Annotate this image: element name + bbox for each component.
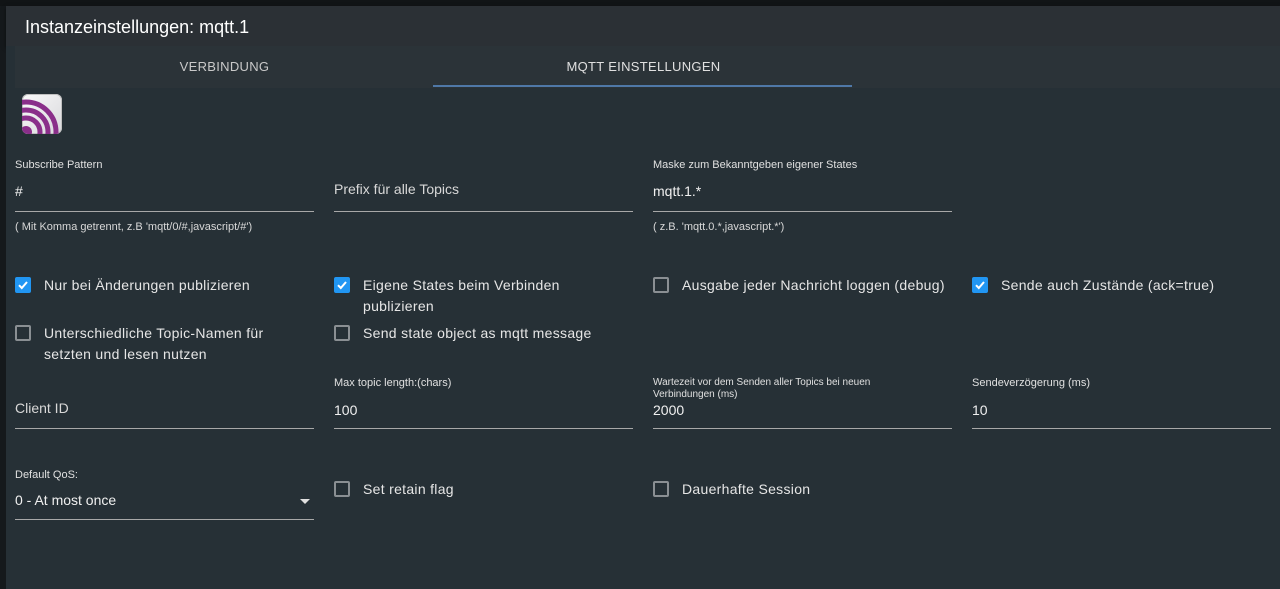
client-id-field: Client ID	[15, 376, 314, 436]
prefix-field: Prefix für alle Topics	[334, 158, 633, 218]
checkbox-checked-icon[interactable]	[334, 277, 350, 293]
settings-panel: VERBINDUNG MQTT EINSTELLUNGEN Subscribe …	[6, 46, 1280, 589]
different-topics-checkbox[interactable]: Unterschiedliche Topic-Namen für setzten…	[15, 325, 285, 365]
dialog-title: Instanzeinstellungen: mqtt.1	[25, 17, 250, 37]
wait-time-underline	[653, 428, 952, 429]
active-tab-indicator	[433, 85, 852, 87]
publish-own-states-label: Eigene States beim Verbinden publizieren	[363, 277, 560, 314]
retain-label: Set retain flag	[363, 481, 454, 497]
different-topics-label: Unterschiedliche Topic-Namen für setzten…	[44, 325, 264, 362]
subscribe-pattern-field: Subscribe Pattern # ( Mit Komma getrennt…	[15, 158, 314, 238]
client-id-underline	[15, 428, 314, 429]
max-topic-length-underline	[334, 428, 633, 429]
max-topic-length-input[interactable]: 100	[334, 402, 357, 418]
mask-label: Maske zum Bekanntgeben eigener States	[653, 159, 858, 171]
wait-time-field: Wartezeit vor dem Senden aller Topics be…	[653, 376, 952, 436]
send-delay-underline	[972, 428, 1271, 429]
max-topic-length-field: Max topic length:(chars) 100	[334, 376, 633, 436]
tab-bar: VERBINDUNG MQTT EINSTELLUNGEN	[15, 46, 1280, 88]
default-qos-label: Default QoS:	[15, 469, 78, 481]
persistent-session-checkbox[interactable]: Dauerhafte Session	[653, 481, 873, 500]
retain-checkbox[interactable]: Set retain flag	[334, 481, 534, 500]
tab-mqtt-einstellungen[interactable]: MQTT EINSTELLUNGEN	[434, 46, 853, 88]
mask-field: Maske zum Bekanntgeben eigener States mq…	[653, 158, 952, 238]
subscribe-pattern-underline	[15, 211, 314, 212]
send-delay-label: Sendeverzögerung (ms)	[972, 377, 1091, 389]
default-qos-underline	[15, 519, 314, 520]
checkbox-checked-icon[interactable]	[972, 277, 988, 293]
mask-input[interactable]: mqtt.1.*	[653, 183, 701, 199]
subscribe-pattern-label: Subscribe Pattern	[15, 159, 103, 171]
checkbox-checked-icon[interactable]	[15, 277, 31, 293]
state-object-checkbox[interactable]: Send state object as mqtt message	[334, 325, 634, 344]
subscribe-pattern-input[interactable]: #	[15, 183, 23, 199]
wait-time-input[interactable]: 2000	[653, 402, 684, 418]
mqtt-logo-icon	[22, 94, 62, 134]
send-delay-input[interactable]: 10	[972, 402, 988, 418]
prefix-underline	[334, 211, 633, 212]
publish-on-change-label: Nur bei Änderungen publizieren	[44, 277, 250, 293]
default-qos-select[interactable]: 0 - At most once	[15, 492, 116, 508]
subscribe-pattern-hint: ( Mit Komma getrennt, z.B 'mqtt/0/#,java…	[15, 221, 253, 233]
chevron-down-icon[interactable]	[300, 499, 310, 504]
mask-underline	[653, 211, 952, 212]
send-delay-field: Sendeverzögerung (ms) 10	[972, 376, 1271, 436]
debug-log-checkbox[interactable]: Ausgabe jeder Nachricht loggen (debug)	[653, 277, 963, 296]
checkbox-unchecked-icon[interactable]	[334, 481, 350, 497]
dialog-header: Instanzeinstellungen: mqtt.1	[6, 6, 1280, 46]
checkbox-unchecked-icon[interactable]	[15, 325, 31, 341]
prefix-input[interactable]: Prefix für alle Topics	[334, 181, 459, 197]
send-ack-label: Sende auch Zustände (ack=true)	[1001, 277, 1215, 293]
mask-hint: ( z.B. 'mqtt.0.*,javascript.*')	[653, 221, 785, 233]
publish-on-change-checkbox[interactable]: Nur bei Änderungen publizieren	[15, 277, 315, 296]
publish-own-states-checkbox[interactable]: Eigene States beim Verbinden publizieren	[334, 277, 574, 317]
client-id-input[interactable]: Client ID	[15, 400, 69, 416]
max-topic-length-label: Max topic length:(chars)	[334, 377, 452, 389]
state-object-label: Send state object as mqtt message	[363, 325, 592, 341]
checkbox-unchecked-icon[interactable]	[653, 277, 669, 293]
checkbox-unchecked-icon[interactable]	[334, 325, 350, 341]
persistent-session-label: Dauerhafte Session	[682, 481, 811, 497]
debug-log-label: Ausgabe jeder Nachricht loggen (debug)	[682, 277, 945, 293]
default-qos-field: Default QoS: 0 - At most once	[15, 468, 314, 528]
tab-verbindung[interactable]: VERBINDUNG	[15, 46, 434, 88]
send-ack-checkbox[interactable]: Sende auch Zustände (ack=true)	[972, 277, 1272, 296]
wait-time-label: Wartezeit vor dem Senden aller Topics be…	[653, 377, 871, 400]
checkbox-unchecked-icon[interactable]	[653, 481, 669, 497]
